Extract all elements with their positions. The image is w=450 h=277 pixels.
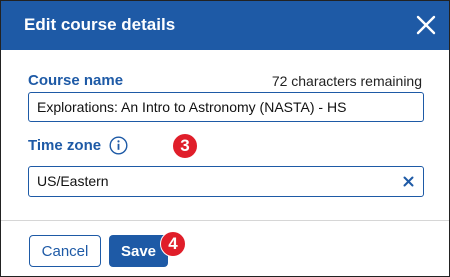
characters-remaining-text: 72 characters remaining xyxy=(271,73,422,89)
step-badge-4: 4 xyxy=(160,231,186,257)
clear-x-icon[interactable] xyxy=(402,175,415,188)
time-zone-select[interactable]: US/Eastern xyxy=(28,166,424,197)
info-circle-icon[interactable] xyxy=(109,136,128,155)
edit-course-dialog: Edit course details Course name 72 chara… xyxy=(0,0,450,277)
dialog-title: Edit course details xyxy=(24,15,176,34)
save-button[interactable]: Save xyxy=(109,235,168,267)
dialog-header: Edit course details xyxy=(1,1,449,50)
cancel-button[interactable]: Cancel xyxy=(29,235,101,267)
course-name-label: Course name xyxy=(28,72,124,89)
course-name-input[interactable]: Explorations: An Intro to Astronomy (NAS… xyxy=(28,92,424,122)
time-zone-label: Time zone xyxy=(28,137,102,154)
footer-divider xyxy=(1,220,449,221)
close-icon[interactable] xyxy=(415,14,437,36)
time-zone-value: US/Eastern xyxy=(37,173,109,189)
course-name-value: Explorations: An Intro to Astronomy (NAS… xyxy=(37,99,347,115)
step-badge-3: 3 xyxy=(172,133,198,159)
